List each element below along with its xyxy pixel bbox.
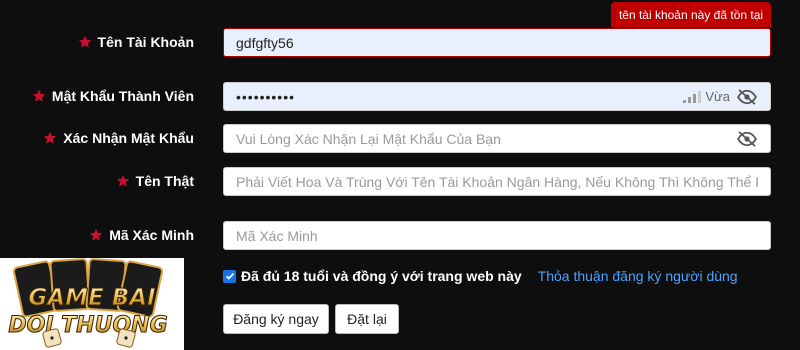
- username-error-tooltip: tên tài khoản này đã tồn tại: [611, 2, 771, 27]
- signal-bars-icon: [683, 90, 702, 103]
- real-name-field[interactable]: [223, 167, 771, 196]
- required-star-icon: [78, 35, 92, 49]
- real-name-input[interactable]: [236, 173, 758, 190]
- required-star-icon: [43, 131, 57, 145]
- register-button[interactable]: Đăng ký ngay: [223, 304, 329, 334]
- confirm-password-input[interactable]: [236, 130, 730, 147]
- agreement-text: Đã đủ 18 tuổi và đồng ý với trang web nà…: [241, 268, 522, 284]
- eye-slash-icon[interactable]: [736, 88, 758, 105]
- required-star-icon: [116, 174, 130, 188]
- logo-line2: DOI THUONG: [8, 313, 167, 338]
- confirm-password-field[interactable]: [223, 124, 771, 153]
- password-strength: Vừa: [683, 89, 730, 104]
- verification-code-input[interactable]: [236, 227, 758, 244]
- real-name-label: Tên Thật: [116, 173, 194, 189]
- checkmark-icon: [225, 272, 234, 280]
- username-field[interactable]: [223, 28, 771, 57]
- reset-button[interactable]: Đặt lại: [335, 304, 399, 334]
- password-label: Mật Khẩu Thành Viên: [32, 88, 194, 104]
- required-star-icon: [32, 89, 46, 103]
- real-name-label-text: Tên Thật: [135, 173, 194, 189]
- username-input[interactable]: [236, 34, 758, 51]
- username-label: Tên Tài Khoản: [78, 34, 194, 50]
- logo-line1: GAME BAI: [28, 285, 156, 311]
- verification-code-field[interactable]: [223, 221, 771, 250]
- agreement-checkbox[interactable]: [223, 269, 236, 283]
- game-bai-logo: GAME BAI DOI THUONG: [0, 258, 184, 350]
- user-agreement-link[interactable]: Thỏa thuận đăng ký người dùng: [538, 268, 738, 284]
- username-label-text: Tên Tài Khoản: [97, 34, 194, 50]
- confirm-password-label-text: Xác Nhận Mật Khẩu: [63, 130, 194, 146]
- password-input[interactable]: [236, 88, 684, 105]
- confirm-password-label: Xác Nhận Mật Khẩu: [43, 130, 194, 146]
- verification-code-label-text: Mã Xác Minh: [109, 227, 194, 243]
- eye-slash-icon[interactable]: [736, 130, 758, 147]
- password-label-text: Mật Khẩu Thành Viên: [51, 88, 194, 104]
- required-star-icon: [89, 228, 103, 242]
- agreement-row: Đã đủ 18 tuổi và đồng ý với trang web nà…: [223, 268, 738, 284]
- password-strength-text: Vừa: [705, 89, 730, 104]
- password-field[interactable]: Vừa: [223, 82, 771, 111]
- verification-code-label: Mã Xác Minh: [89, 227, 194, 243]
